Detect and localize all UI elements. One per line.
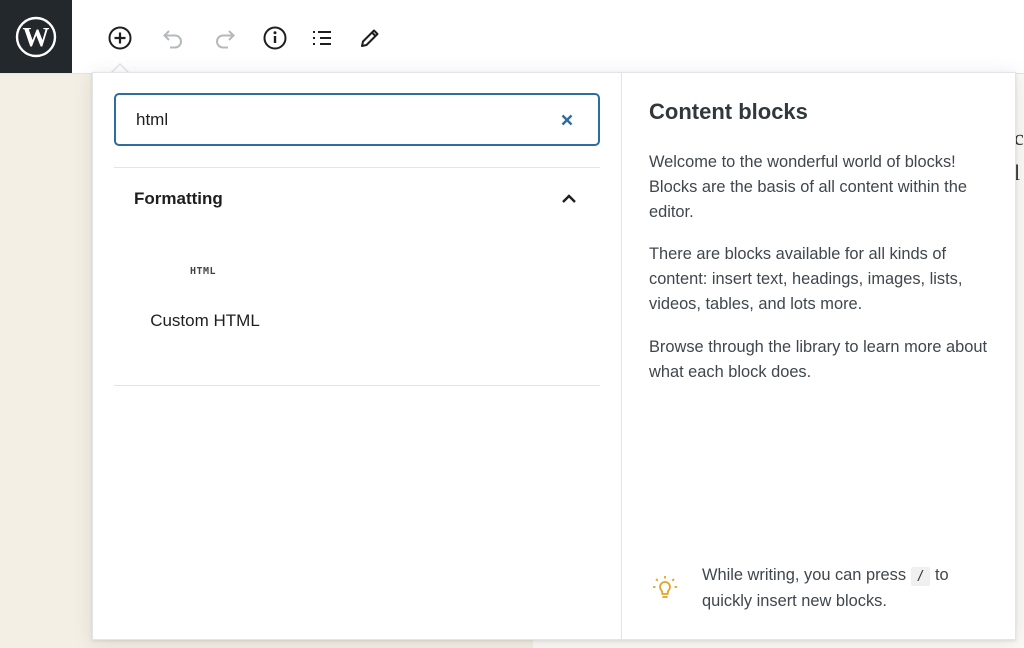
category-formatting-title[interactable]: Formatting <box>134 189 223 209</box>
help-panel-title: Content blocks <box>649 99 808 124</box>
inserter-tip: While writing, you can press / to quickl… <box>649 563 994 623</box>
tip-text: While writing, you can press / to quickl… <box>702 563 1002 614</box>
block-item-label: Custom HTML <box>150 311 260 330</box>
info-icon[interactable] <box>259 22 291 54</box>
chevron-up-icon[interactable] <box>559 189 579 209</box>
tip-text-before: While writing, you can press <box>702 566 911 584</box>
svg-text:W: W <box>23 22 50 52</box>
inserter-block-list: Formatting HTML Custom HTML <box>93 73 621 639</box>
edit-icon[interactable] <box>354 22 386 54</box>
slash-key: / <box>910 567 931 586</box>
block-search[interactable] <box>114 93 600 146</box>
undo-icon[interactable] <box>157 22 189 54</box>
wordpress-logo[interactable]: W <box>0 0 72 73</box>
block-item-custom-html[interactable]: HTML Custom HTML <box>133 253 277 363</box>
editor-toolbar: W <box>0 0 1024 74</box>
clear-search-icon[interactable] <box>558 111 576 129</box>
help-paragraph: There are blocks available for all kinds… <box>649 245 963 313</box>
block-search-input[interactable] <box>136 108 536 132</box>
help-paragraph: Welcome to the wonderful world of blocks… <box>649 153 967 221</box>
list-view-icon[interactable] <box>306 22 338 54</box>
divider <box>114 385 600 386</box>
divider <box>114 167 600 168</box>
inserter-help-panel: Content blocks Welcome to the wonderful … <box>621 73 1016 639</box>
add-block-icon[interactable] <box>104 22 136 54</box>
redo-icon[interactable] <box>209 22 241 54</box>
block-inserter-popover: Formatting HTML Custom HTML Content bloc… <box>92 72 1016 640</box>
lightbulb-icon <box>649 571 681 608</box>
help-paragraph: Browse through the library to learn more… <box>649 338 988 381</box>
html-icon: HTML <box>190 266 217 277</box>
